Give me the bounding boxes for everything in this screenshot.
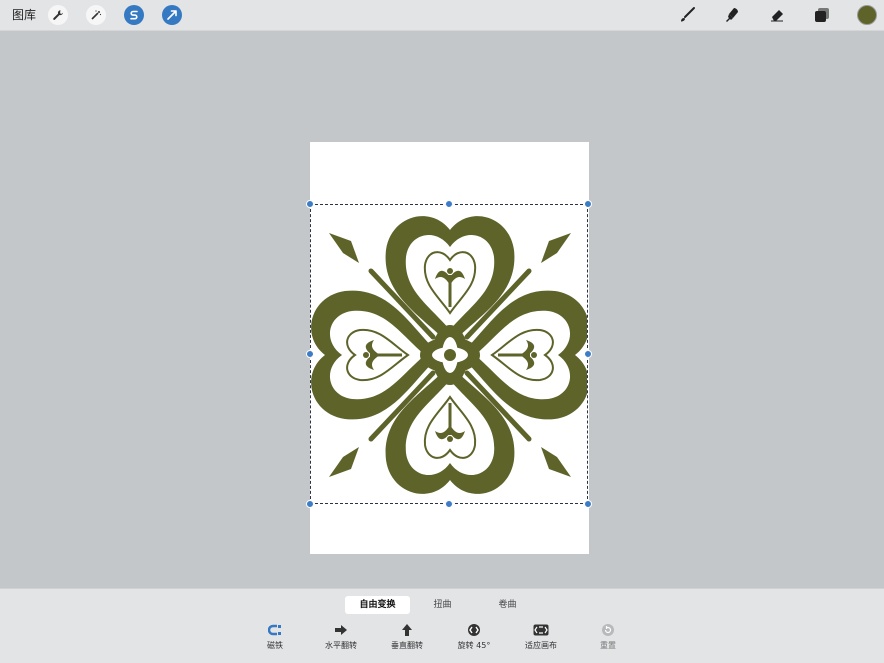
smudge-icon[interactable] <box>721 4 743 26</box>
rotate-45-label: 旋转 45° <box>457 641 491 650</box>
gallery-button[interactable]: 图库 <box>12 6 36 24</box>
top-toolbar: 图库 <box>0 0 884 31</box>
flip-horizontal-label: 水平翻转 <box>325 641 357 650</box>
reset-icon <box>578 622 638 638</box>
eraser-icon[interactable] <box>766 4 788 26</box>
flip-vertical-label: 垂直翻转 <box>391 641 423 650</box>
transform-handle-bottom[interactable] <box>445 500 453 508</box>
selection-s-icon[interactable] <box>124 5 144 25</box>
transform-handle-right[interactable] <box>584 350 592 358</box>
wrench-icon[interactable] <box>48 5 68 25</box>
fit-canvas-button[interactable]: 适应画布 <box>511 622 571 651</box>
transform-selection[interactable] <box>310 204 588 504</box>
flip-horizontal-button[interactable]: 水平翻转 <box>311 622 371 651</box>
reset-label: 重置 <box>600 641 616 650</box>
reset-button[interactable]: 重置 <box>578 622 638 651</box>
mode-distort[interactable]: 扭曲 <box>410 596 475 614</box>
transform-mode-switch: 自由变换 扭曲 卷曲 <box>345 596 540 614</box>
magnet-label: 磁铁 <box>267 641 283 650</box>
flip-horizontal-icon <box>311 622 371 638</box>
transform-handle-bottom-right[interactable] <box>584 500 592 508</box>
rotate-icon <box>444 622 504 638</box>
transform-handle-top[interactable] <box>445 200 453 208</box>
transform-handle-top-right[interactable] <box>584 200 592 208</box>
flip-vertical-button[interactable]: 垂直翻转 <box>377 622 437 651</box>
mode-freeform[interactable]: 自由变换 <box>345 596 410 614</box>
brush-icon[interactable] <box>676 4 698 26</box>
current-color-swatch[interactable] <box>857 5 877 25</box>
transform-handle-bottom-left[interactable] <box>306 500 314 508</box>
transform-handle-left[interactable] <box>306 350 314 358</box>
layers-icon[interactable] <box>811 4 833 26</box>
transform-arrow-icon[interactable] <box>162 5 182 25</box>
ornament-artwork <box>311 214 587 496</box>
magic-wand-icon[interactable] <box>86 5 106 25</box>
fit-canvas-label: 适应画布 <box>525 641 557 650</box>
fit-canvas-icon <box>511 622 571 638</box>
magnet-button[interactable]: 磁铁 <box>245 622 305 651</box>
transform-handle-top-left[interactable] <box>306 200 314 208</box>
mode-warp[interactable]: 卷曲 <box>475 596 540 614</box>
magnet-icon <box>245 622 305 638</box>
flip-vertical-icon <box>377 622 437 638</box>
rotate-45-button[interactable]: 旋转 45° <box>444 622 504 651</box>
